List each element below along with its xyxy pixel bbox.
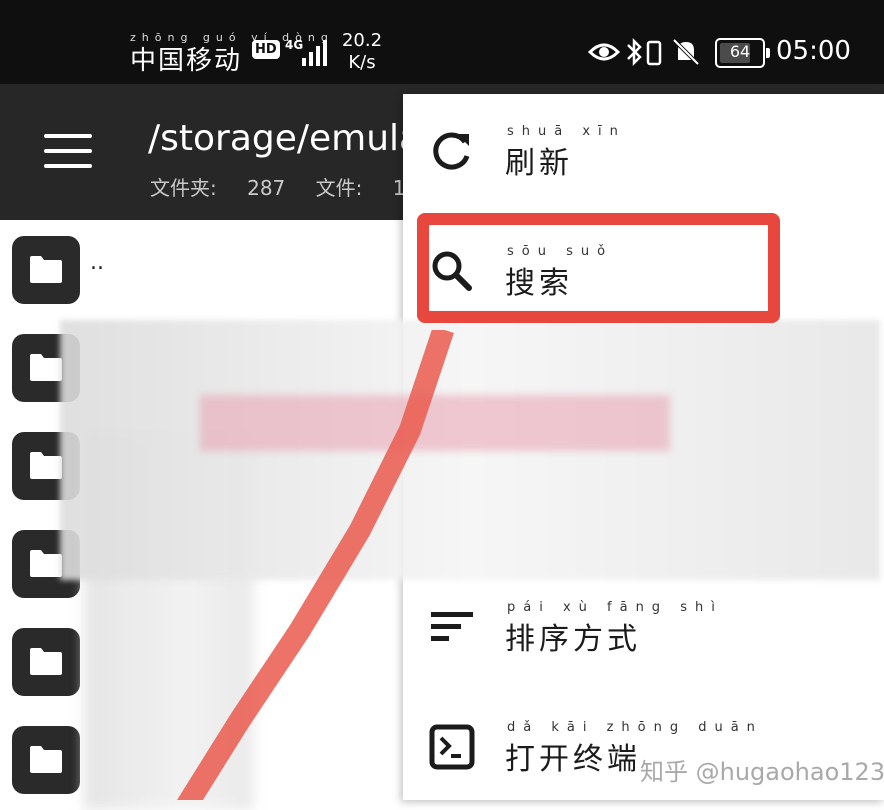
speed-value: 20.2	[341, 30, 383, 51]
folder-icon	[12, 726, 80, 794]
battery-level: 64	[729, 42, 751, 61]
menu-item-label: 刷新	[505, 146, 573, 181]
menu-item-pinyin: dǎ kāi zhōng duān	[507, 720, 763, 735]
menu-item-label: 排序方式	[505, 622, 641, 657]
clock: 05:00	[776, 36, 851, 66]
menu-item-label: 打开终端	[505, 742, 641, 777]
watermark: 知乎 @hugaohao123	[640, 758, 884, 786]
carrier-name: 中国移动	[130, 46, 243, 76]
current-path: /storage/emula	[148, 118, 422, 159]
network-speed: 20.2 K/s	[340, 30, 384, 74]
menu-item-pinyin: shuā xīn	[507, 124, 626, 139]
status-icons	[588, 37, 700, 67]
menu-item-pinyin: sōu suǒ	[507, 244, 614, 259]
menu-item-refresh[interactable]: shuā xīn 刷新	[403, 94, 884, 194]
signal-icon	[302, 40, 327, 66]
vibrate-icon	[646, 40, 662, 66]
battery-indicator: 64	[715, 38, 770, 68]
folder-icon	[12, 628, 80, 696]
menu-item-sort[interactable]: pái xù fāng shì 排序方式	[403, 570, 884, 670]
bluetooth-icon	[627, 37, 642, 67]
menu-item-pinyin: pái xù fāng shì	[507, 600, 723, 615]
file-name: ..	[90, 250, 104, 275]
mute-bell-icon	[672, 38, 700, 66]
status-bar: zhōng guó yí dòng 中国移动 HD 4G 20.2 K/s 64	[0, 0, 884, 84]
folders-label: 文件夹	[150, 176, 210, 200]
speed-unit: K/s	[348, 52, 376, 73]
eye-icon	[588, 43, 621, 61]
terminal-icon	[429, 724, 475, 770]
menu-item-search[interactable]: sōu suǒ 搜索	[403, 214, 884, 314]
search-icon	[432, 251, 472, 291]
list-item[interactable]: ..	[0, 220, 420, 318]
folder-icon	[12, 236, 80, 304]
hd-badge: HD	[252, 40, 280, 59]
sort-icon	[431, 612, 473, 641]
files-label: 文件	[315, 176, 356, 200]
folders-count: 287	[247, 176, 286, 200]
mosaic-pink-strip	[200, 395, 670, 451]
menu-hamburger-icon[interactable]	[44, 134, 92, 168]
menu-item-label: 搜索	[505, 266, 573, 301]
refresh-icon	[433, 132, 470, 170]
